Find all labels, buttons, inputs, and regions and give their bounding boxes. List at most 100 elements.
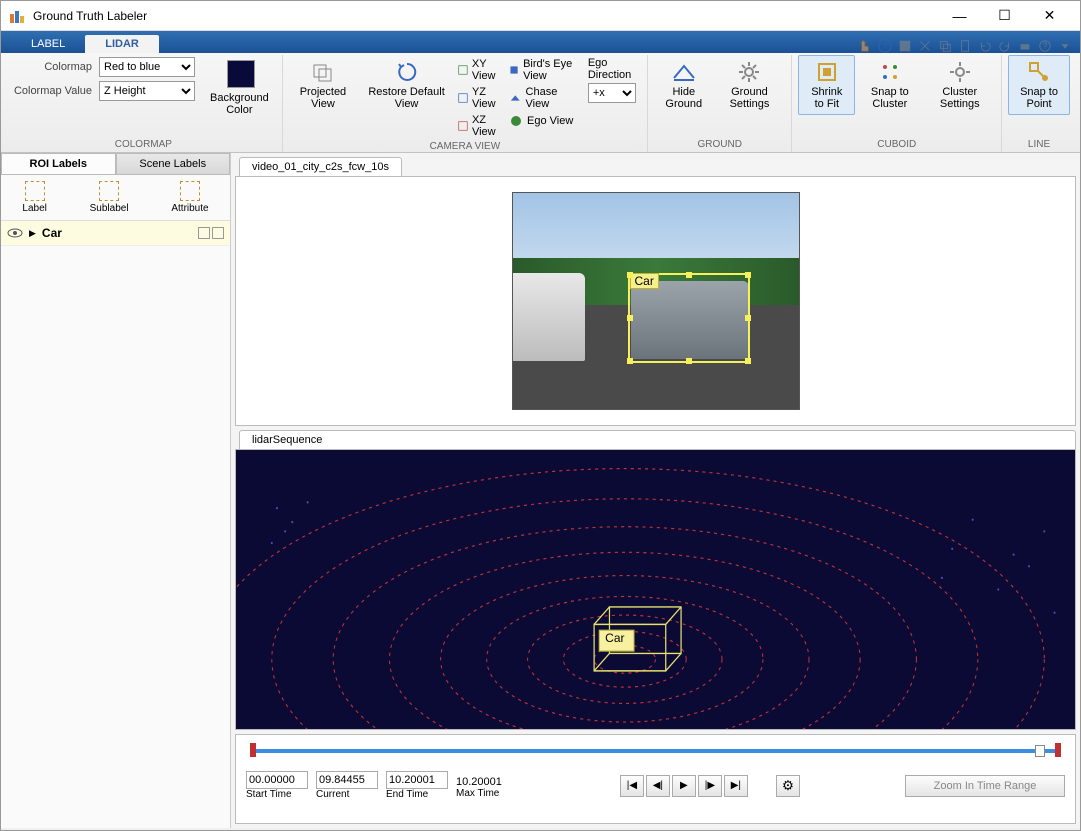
label-name: Car <box>42 226 62 240</box>
background-color-button[interactable]: Background Color <box>203 55 276 121</box>
main-area: ROI Labels Scene Labels Label Sublabel A… <box>1 153 1080 828</box>
label-item-car[interactable]: ▶ Car <box>1 221 230 246</box>
ego-direction-label: Ego Direction <box>588 57 637 81</box>
label-icon <box>25 181 45 201</box>
ribbon-tab-row: LABEL LIDAR ? ? <box>1 31 1080 53</box>
paste-icon[interactable] <box>958 39 972 53</box>
xy-view-button[interactable]: XY View <box>456 57 503 83</box>
lidar-pane[interactable]: Car <box>235 449 1076 730</box>
help-icon[interactable]: ? <box>878 39 892 53</box>
xz-view-button[interactable]: XZ View <box>456 113 503 139</box>
projected-view-icon <box>311 60 335 84</box>
chase-icon <box>509 91 522 105</box>
snap-to-point-button[interactable]: Snap to Point <box>1008 55 1070 115</box>
group-ground: Hide Ground Ground Settings GROUND <box>648 55 792 152</box>
group-cuboid-footer: CUBOID <box>798 137 995 152</box>
undo-icon[interactable] <box>978 39 992 53</box>
play-button[interactable]: ▶ <box>672 775 696 797</box>
cuboid-roi-icon[interactable] <box>212 227 224 239</box>
tab-roi-labels[interactable]: ROI Labels <box>1 153 116 174</box>
colormap-label: Colormap <box>11 61 95 73</box>
tab-scene-labels[interactable]: Scene Labels <box>116 153 231 174</box>
copy-icon[interactable] <box>938 39 952 53</box>
xz-icon <box>458 119 468 133</box>
hide-ground-button[interactable]: Hide Ground <box>654 55 713 115</box>
xy-icon <box>458 63 468 77</box>
quick-access-toolbar: ? ? <box>858 39 1080 53</box>
birds-eye-view-button[interactable]: Bird's Eye View <box>507 57 580 83</box>
qat-dropdown-icon[interactable] <box>1058 39 1072 53</box>
restore-icon <box>395 60 419 84</box>
video-pane[interactable]: Car <box>235 176 1076 426</box>
cluster-settings-button[interactable]: Cluster Settings <box>924 55 995 115</box>
left-panel: ROI Labels Scene Labels Label Sublabel A… <box>1 153 231 828</box>
zoom-settings-button[interactable]: ⚙ <box>776 775 800 797</box>
yz-view-button[interactable]: YZ View <box>456 85 503 111</box>
restore-default-view-button[interactable]: Restore Default View <box>361 55 452 139</box>
attribute-icon <box>180 181 200 201</box>
goto-start-button[interactable]: |◀ <box>620 775 644 797</box>
add-label-button[interactable]: Label <box>22 181 46 214</box>
toolstrip: Colormap Red to blue Colormap Value Z He… <box>1 53 1080 153</box>
minimize-button[interactable]: — <box>937 2 982 30</box>
add-attribute-button[interactable]: Attribute <box>171 181 208 214</box>
add-sublabel-button[interactable]: Sublabel <box>90 181 129 214</box>
timeline-thumb[interactable] <box>1035 745 1045 757</box>
step-forward-button[interactable]: |▶ <box>698 775 722 797</box>
app-icon <box>9 8 25 24</box>
ego-icon <box>509 114 523 128</box>
snap-point-icon <box>1027 60 1051 84</box>
goto-end-button[interactable]: ▶| <box>724 775 748 797</box>
svg-text:?: ? <box>1043 42 1048 51</box>
title-bar: Ground Truth Labeler — ☐ ✕ <box>1 1 1080 31</box>
redo-icon[interactable] <box>998 39 1012 53</box>
video-frame: Car <box>512 192 800 410</box>
label-list: ▶ Car <box>1 221 230 828</box>
projected-view-button[interactable]: Projected View <box>289 55 357 139</box>
timeline-end-marker[interactable] <box>1055 743 1061 757</box>
close-button[interactable]: ✕ <box>1027 2 1072 30</box>
save-icon[interactable] <box>898 39 912 53</box>
shrink-to-fit-button[interactable]: Shrink to Fit <box>798 55 855 115</box>
group-ground-footer: GROUND <box>654 137 785 152</box>
start-time-input[interactable] <box>246 771 308 789</box>
chase-view-button[interactable]: Chase View <box>507 85 580 111</box>
bounding-box[interactable]: Car <box>628 273 750 363</box>
snap-to-cluster-button[interactable]: Snap to Cluster <box>855 55 924 115</box>
print-icon[interactable] <box>1018 39 1032 53</box>
colormap-value-select[interactable]: Z Height <box>99 81 195 101</box>
video-tab[interactable]: video_01_city_c2s_fcw_10s <box>239 157 402 176</box>
step-back-button[interactable]: ◀| <box>646 775 670 797</box>
group-colormap: Colormap Red to blue Colormap Value Z He… <box>5 55 283 152</box>
cluster-icon <box>878 60 902 84</box>
ego-direction-select[interactable]: +x <box>588 83 636 103</box>
right-panel: video_01_city_c2s_fcw_10s Car <box>231 153 1080 828</box>
group-line: Snap to Point LINE <box>1002 55 1076 152</box>
lidar-canvas: Car <box>236 450 1075 729</box>
current-time-input[interactable] <box>316 771 378 789</box>
svg-text:?: ? <box>883 42 888 52</box>
colormap-select[interactable]: Red to blue <box>99 57 195 77</box>
timeline-panel: Start Time Current End Time 10.20001Max … <box>235 734 1076 824</box>
hand-icon[interactable] <box>858 39 872 53</box>
visibility-icon[interactable] <box>7 225 23 241</box>
group-camera-view: Projected View Restore Default View XY V… <box>283 55 648 152</box>
cut-icon[interactable] <box>918 39 932 53</box>
group-line-footer: LINE <box>1008 137 1070 152</box>
qat-help-icon[interactable]: ? <box>1038 39 1052 53</box>
maximize-button[interactable]: ☐ <box>982 2 1027 30</box>
zoom-time-range-button[interactable]: Zoom In Time Range <box>905 775 1065 797</box>
gear-icon <box>737 60 761 84</box>
gear-icon <box>948 60 972 84</box>
birdseye-icon <box>509 63 519 77</box>
rect-roi-icon[interactable] <box>198 227 210 239</box>
timeline-start-marker[interactable] <box>250 743 256 757</box>
timeline-track[interactable] <box>246 743 1065 761</box>
tab-lidar[interactable]: LIDAR <box>85 35 159 53</box>
expand-icon[interactable]: ▶ <box>29 228 36 239</box>
ego-view-button[interactable]: Ego View <box>507 113 580 129</box>
ground-settings-button[interactable]: Ground Settings <box>713 55 785 115</box>
tab-label[interactable]: LABEL <box>11 35 85 53</box>
lidar-tab[interactable]: lidarSequence <box>239 430 1076 449</box>
end-time-input[interactable] <box>386 771 448 789</box>
